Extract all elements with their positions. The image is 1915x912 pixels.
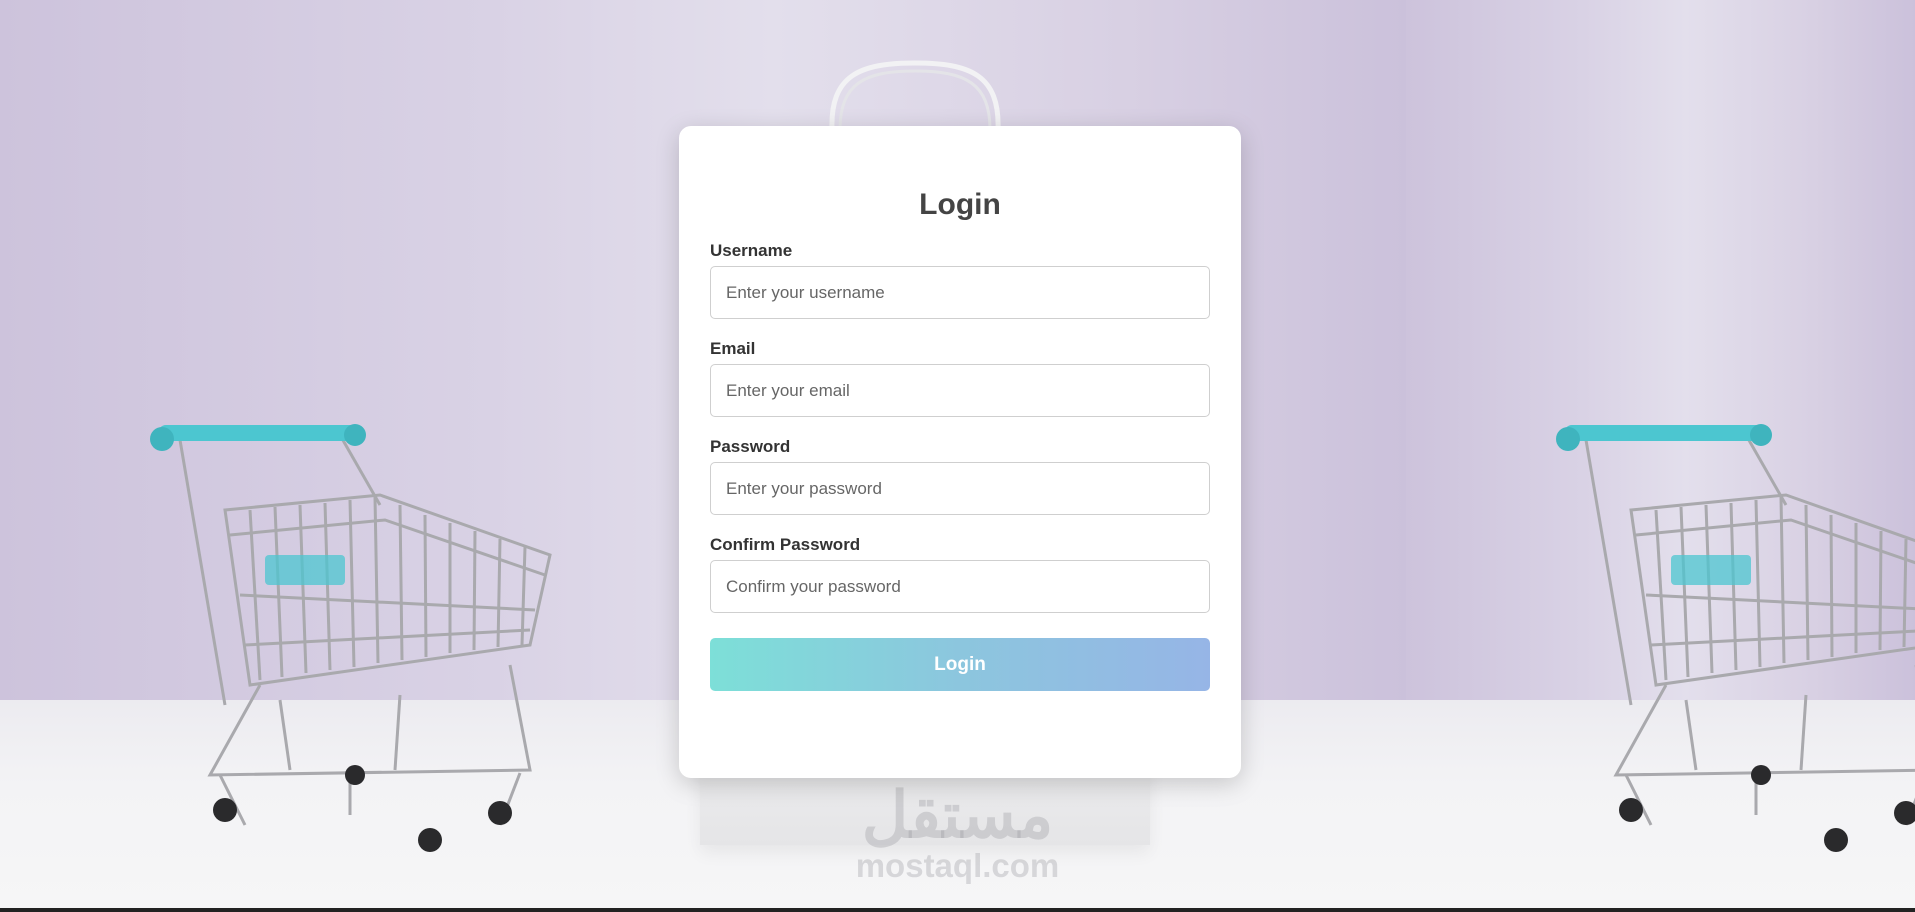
- confirm-password-input[interactable]: [710, 560, 1210, 613]
- login-form: Login Username Email Password Confirm Pa…: [679, 126, 1241, 778]
- username-label: Username: [710, 241, 793, 260]
- shopping-cart-icon: [1556, 424, 1915, 852]
- email-label: Email: [710, 339, 756, 358]
- shopping-cart-icon: [150, 424, 552, 852]
- watermark-latin: mostaql.com: [855, 847, 1060, 884]
- watermark-arabic: مستقل: [861, 779, 1054, 851]
- email-input[interactable]: [710, 364, 1210, 417]
- confirm-password-field-group: Confirm Password: [710, 536, 1210, 613]
- email-field-group: Email: [710, 340, 1210, 417]
- password-label: Password: [710, 437, 791, 456]
- login-button[interactable]: Login: [710, 638, 1210, 691]
- background-photo-repeat: [1406, 0, 1915, 912]
- shopping-bag-icon: [829, 60, 1001, 131]
- watermark: مستقل mostaql.com: [840, 780, 1075, 884]
- username-input[interactable]: [710, 266, 1210, 319]
- page-background: مستقل mostaql.com Login Username Email P…: [0, 0, 1915, 912]
- username-field-group: Username: [710, 242, 1210, 319]
- confirm-password-label: Confirm Password: [710, 535, 861, 554]
- password-input[interactable]: [710, 462, 1210, 515]
- bottom-edge: [0, 908, 1915, 912]
- password-field-group: Password: [710, 438, 1210, 515]
- form-title: Login: [919, 188, 1001, 221]
